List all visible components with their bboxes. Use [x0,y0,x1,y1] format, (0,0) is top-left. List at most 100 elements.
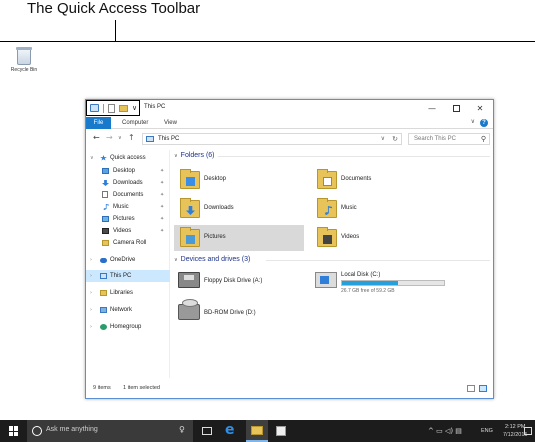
pin-icon[interactable]: ✦ [160,177,164,189]
sidebar-item-label: Network [110,307,133,313]
tab-view[interactable]: View [164,117,177,129]
folder-tile-pictures[interactable]: Pictures [174,225,304,251]
drive-local-disk[interactable]: Local Disk (C:) 26.7 GB free of 59.2 GB [311,268,461,298]
expand-chevron-icon[interactable]: › [90,270,92,282]
sidebar-item-label: This PC [110,273,132,279]
cloud-icon [100,258,107,263]
drive-floppy[interactable]: Floppy Disk Drive (A:) [174,268,324,298]
page: The Quick Access Toolbar Recycle Bin ∨ T… [0,0,535,442]
sidebar-item-this-pc[interactable]: › This PC [86,270,170,282]
ribbon-tabs: File Computer View ∨ ? [86,117,493,129]
drive-free-space: 26.7 GB free of 59.2 GB [341,288,395,294]
minimize-button[interactable]: — [421,100,443,116]
sidebar-item-onedrive[interactable]: › OneDrive [86,254,170,266]
details-view-icon[interactable] [467,385,475,392]
microphone-icon[interactable]: ♀ [179,425,185,434]
sidebar-item-network[interactable]: › Network [86,304,170,316]
expand-ribbon-icon[interactable]: ∨ [471,118,475,125]
sidebar-item-homegroup[interactable]: › Homegroup [86,321,170,333]
folder-tile-desktop[interactable]: Desktop [174,167,304,193]
task-view-button[interactable] [196,420,218,442]
library-icon [100,290,107,296]
drive-label: Local Disk (C:) [341,272,381,278]
folder-label: Desktop [204,176,227,182]
desktop-icon [186,177,195,186]
address-bar[interactable]: This PC ∨ ↻ [142,133,402,145]
video-icon [102,228,109,234]
system-tray-icons[interactable]: ^ ▭ ◁) ▤ [428,427,462,435]
cortana-search-box[interactable]: Ask me anything ♀ [27,420,193,442]
language-indicator[interactable]: ENG [481,428,493,434]
start-button[interactable] [9,426,19,436]
search-input[interactable]: Search This PC ⚲ [408,133,490,145]
folder-tile-documents[interactable]: Documents [311,167,441,193]
folders-group-header[interactable]: ∨ Folders (6) [174,152,215,159]
sidebar-item-pictures[interactable]: Pictures ✦ [86,213,170,225]
refresh-icon[interactable]: ↻ [392,135,398,143]
download-icon [102,180,109,186]
expand-chevron-icon[interactable]: › [90,304,92,316]
video-icon [323,235,332,244]
sidebar-item-label: Camera Roll [113,240,147,246]
star-icon [100,155,107,161]
sidebar-item-desktop[interactable]: Desktop ✦ [86,165,170,177]
pictures-icon [186,235,195,244]
sidebar-item-downloads[interactable]: Downloads ✦ [86,177,170,189]
folder-tile-downloads[interactable]: Downloads [174,196,304,222]
pin-icon[interactable]: ✦ [160,225,164,237]
recycle-bin[interactable]: Recycle Bin [8,47,40,73]
homegroup-icon [100,324,107,330]
sidebar-item-label: Pictures [113,216,135,222]
qat-separator [103,103,104,113]
action-center-icon[interactable] [524,427,532,435]
sidebar-item-videos[interactable]: Videos ✦ [86,225,170,237]
group-divider [218,156,490,157]
store-icon [276,426,286,436]
sidebar-item-label: Documents [113,192,144,198]
back-button[interactable]: ← [93,133,100,142]
collapse-chevron-icon: ∨ [174,153,178,159]
large-icons-view-icon[interactable] [479,385,487,392]
collapse-chevron-icon[interactable]: ∨ [90,152,94,164]
pin-icon[interactable]: ✦ [160,189,164,201]
help-icon[interactable]: ? [480,119,488,127]
sidebar-item-music[interactable]: Music ✦ [86,201,170,213]
properties-icon[interactable] [108,103,115,113]
pin-icon[interactable]: ✦ [160,213,164,225]
folder-tile-videos[interactable]: Videos [311,225,441,251]
navigation-pane: ∨ Quick access Desktop ✦ Downloads ✦ Doc… [86,150,170,378]
up-button[interactable]: ↑ [128,133,135,142]
folder-tile-music[interactable]: Music [311,196,441,222]
close-button[interactable]: ✕ [469,100,491,116]
sidebar-item-camera-roll[interactable]: Camera Roll [86,237,170,249]
this-pc-icon[interactable] [90,104,99,112]
windows-logo-icon [14,426,18,431]
recent-locations-icon[interactable]: ∨ [118,135,122,141]
sidebar-item-quick-access[interactable]: ∨ Quick access [86,152,170,164]
tab-computer[interactable]: Computer [122,117,148,129]
maximize-button[interactable] [445,100,467,116]
sidebar-item-libraries[interactable]: › Libraries [86,287,170,299]
pin-icon[interactable]: ✦ [160,201,164,213]
drives-group-header[interactable]: ∨ Devices and drives (3) [174,256,250,263]
customize-chevron-icon[interactable]: ∨ [132,104,137,112]
folder-label: Documents [341,176,372,182]
sidebar-item-documents[interactable]: Documents ✦ [86,189,170,201]
folder-label: Music [341,205,357,211]
edge-icon: e [225,422,235,438]
store-button[interactable] [270,420,292,442]
floppy-drive-icon [178,272,200,288]
address-dropdown-icon[interactable]: ∨ [381,135,385,142]
file-explorer-button[interactable] [246,420,268,442]
drive-bd-rom[interactable]: BD-ROM Drive (D:) [174,299,324,330]
breadcrumb[interactable]: This PC [158,136,179,142]
expand-chevron-icon[interactable]: › [90,254,92,266]
expand-chevron-icon[interactable]: › [90,287,92,299]
edge-button[interactable]: e [220,420,242,442]
expand-chevron-icon[interactable]: › [90,321,92,333]
new-folder-icon[interactable] [119,104,128,112]
pin-icon[interactable]: ✦ [160,165,164,177]
sidebar-item-label: Videos [113,228,132,234]
tab-file[interactable]: File [86,117,111,129]
forward-button[interactable]: → [106,133,113,142]
